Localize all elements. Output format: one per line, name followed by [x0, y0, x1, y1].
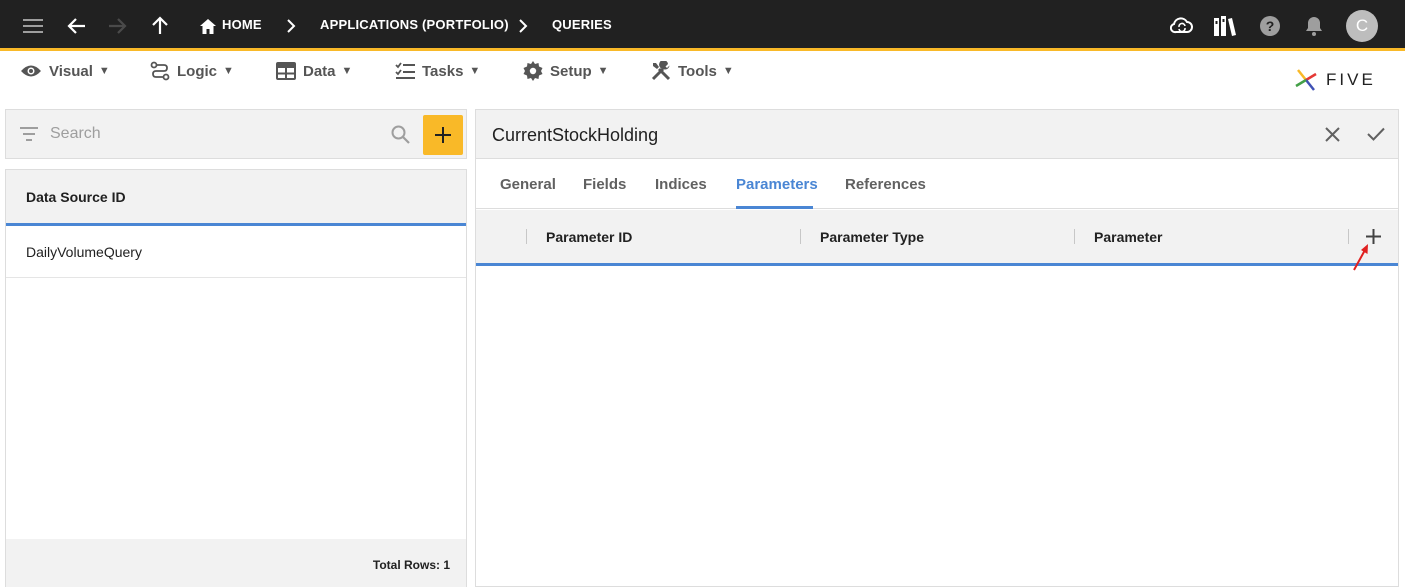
- column-header-label: Data Source ID: [26, 189, 126, 205]
- menu-data[interactable]: Data ▼: [276, 60, 352, 82]
- search-bar: [5, 109, 467, 159]
- caret-down-icon: ▼: [722, 65, 734, 77]
- record-list: Data Source ID DailyVolumeQuery Total Ro…: [5, 169, 467, 587]
- menu-setup[interactable]: Setup ▼: [523, 60, 609, 82]
- search-input[interactable]: [50, 122, 380, 146]
- column-separator[interactable]: [1074, 229, 1075, 244]
- home-icon[interactable]: [196, 14, 220, 38]
- tab-indices[interactable]: Indices: [655, 176, 707, 193]
- breadcrumb-applications[interactable]: APPLICATIONS (PORTFOLIO): [320, 17, 509, 32]
- column-separator[interactable]: [526, 229, 527, 244]
- check-icon: [1367, 127, 1385, 141]
- library-icon[interactable]: [1213, 14, 1237, 38]
- caret-down-icon: ▼: [469, 65, 481, 77]
- tab-parameters[interactable]: Parameters: [736, 176, 818, 193]
- form-title: CurrentStockHolding: [492, 125, 659, 145]
- list-item-label: DailyVolumeQuery: [26, 244, 142, 260]
- five-logo-mark: [1295, 69, 1317, 91]
- menu-logic[interactable]: Logic ▼: [150, 60, 234, 82]
- tab-general[interactable]: General: [500, 176, 556, 193]
- caret-down-icon: ▼: [597, 65, 609, 77]
- tools-icon: [651, 61, 671, 81]
- breadcrumb-queries[interactable]: QUERIES: [552, 17, 612, 32]
- column-header-parameter[interactable]: Parameter: [1094, 229, 1163, 245]
- menu-logic-label: Logic: [177, 62, 217, 80]
- menu-icon[interactable]: [21, 14, 45, 38]
- help-icon[interactable]: ?: [1258, 14, 1282, 38]
- close-button[interactable]: [1320, 122, 1344, 146]
- menu-setup-label: Setup: [550, 62, 592, 80]
- up-arrow-icon[interactable]: [148, 14, 172, 38]
- caret-down-icon: ▼: [223, 65, 234, 77]
- list-item[interactable]: DailyVolumeQuery: [6, 226, 466, 278]
- five-logo: FIVE: [1294, 68, 1376, 92]
- add-record-button[interactable]: [423, 115, 463, 155]
- eye-icon: [21, 65, 41, 77]
- caret-down-icon: ▼: [98, 65, 110, 77]
- gear-icon: [523, 61, 543, 81]
- record-list-panel: Data Source ID DailyVolumeQuery Total Ro…: [5, 109, 467, 587]
- parameters-grid-header: Parameter ID Parameter Type Parameter: [476, 210, 1398, 266]
- list-footer: Total Rows: 1: [6, 539, 466, 587]
- main-menu-bar: Visual ▼ Logic ▼ Data ▼ Tasks ▼ Setup ▼ …: [0, 54, 1405, 108]
- cloud-sync-icon[interactable]: [1170, 14, 1194, 38]
- column-separator[interactable]: [800, 229, 801, 244]
- table-icon: [276, 62, 296, 80]
- search-icon[interactable]: [391, 125, 410, 144]
- flow-icon: [150, 61, 170, 81]
- menu-tools[interactable]: Tools ▼: [651, 60, 734, 82]
- logo-text: FIVE: [1326, 70, 1376, 89]
- plus-icon: [435, 127, 451, 143]
- close-icon: [1324, 126, 1340, 142]
- top-app-bar: HOME APPLICATIONS (PORTFOLIO) QUERIES ? …: [0, 0, 1405, 51]
- svg-text:?: ?: [1266, 18, 1275, 34]
- list-column-header[interactable]: Data Source ID: [6, 170, 466, 226]
- checklist-icon: [395, 62, 415, 79]
- column-header-parameter-type[interactable]: Parameter Type: [820, 229, 924, 245]
- chevron-right-icon: [279, 14, 303, 38]
- form-header: CurrentStockHolding: [476, 110, 1398, 159]
- breadcrumb-home[interactable]: HOME: [222, 17, 262, 32]
- caret-down-icon: ▼: [341, 65, 353, 77]
- annotation-arrow-icon: [1353, 244, 1368, 271]
- record-form-panel: CurrentStockHolding General Fields Indic…: [475, 109, 1399, 587]
- tab-references[interactable]: References: [845, 176, 926, 193]
- save-button[interactable]: [1364, 122, 1388, 146]
- menu-tools-label: Tools: [678, 62, 717, 80]
- filter-icon[interactable]: [20, 127, 38, 141]
- avatar[interactable]: C: [1346, 10, 1378, 42]
- total-rows-label: Total Rows: 1: [372, 558, 450, 572]
- form-tabs: General Fields Indices Parameters Refere…: [476, 159, 1398, 209]
- active-tab-indicator: [736, 206, 813, 209]
- menu-data-label: Data: [303, 62, 336, 80]
- column-header-parameter-id[interactable]: Parameter ID: [546, 229, 632, 245]
- bell-icon[interactable]: [1302, 14, 1326, 38]
- menu-tasks-label: Tasks: [422, 62, 464, 80]
- chevron-right-icon: [511, 14, 535, 38]
- menu-visual[interactable]: Visual ▼: [20, 60, 110, 82]
- tab-fields[interactable]: Fields: [583, 176, 626, 193]
- forward-arrow-icon: [105, 14, 129, 38]
- menu-tasks[interactable]: Tasks ▼: [395, 60, 480, 82]
- back-arrow-icon[interactable]: [65, 14, 89, 38]
- menu-visual-label: Visual: [49, 62, 93, 80]
